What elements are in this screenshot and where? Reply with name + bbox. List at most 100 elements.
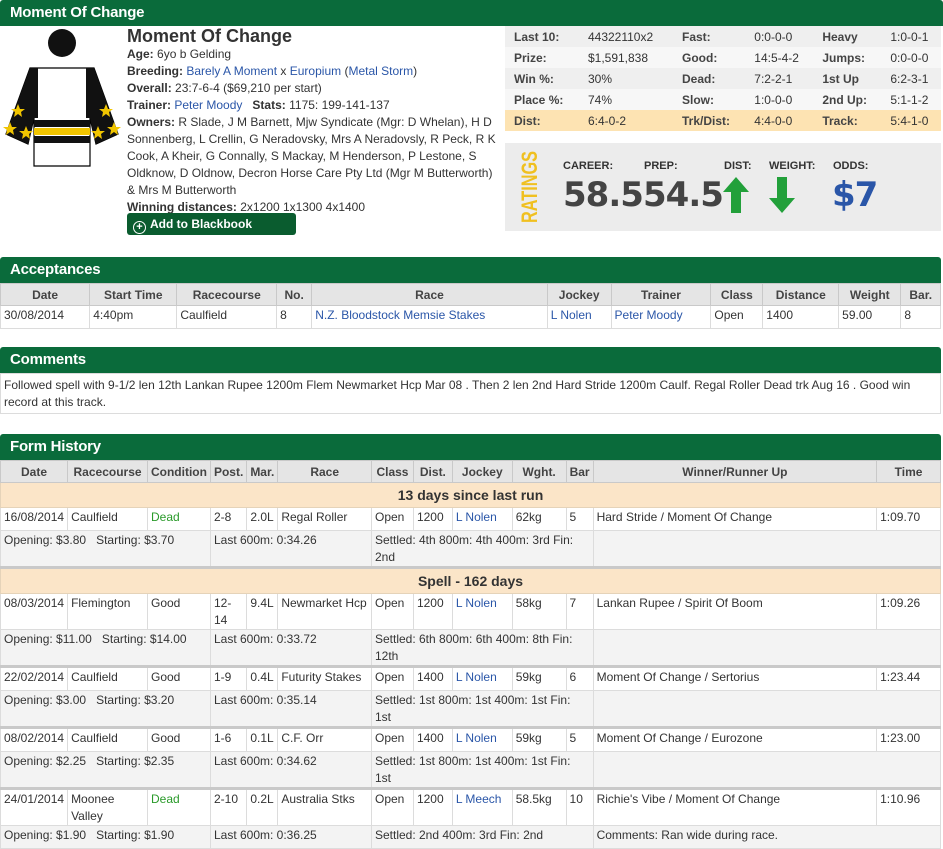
column-header: Race: [277, 460, 372, 483]
jockey-link[interactable]: L Nolen: [456, 510, 497, 524]
form-cell-course: Flemington: [67, 593, 148, 630]
stats-row: Last 10: 44322110x2 Fast: 0:0-0-0 Heavy 1:0-0…: [505, 26, 941, 47]
horse-details: Moment Of Change Age: 6yo b Gelding Bree…: [127, 26, 502, 216]
stats-label: Stats:: [252, 98, 286, 112]
form-cell-course: Caulfield: [67, 727, 148, 752]
winning-label: Winning distances:: [127, 200, 237, 214]
owners-label: Owners:: [127, 115, 176, 129]
stat-label: Track:: [813, 110, 882, 131]
table-row: 30/08/2014 4:40pm Caulfield 8 N.Z. Bloodstoc…: [0, 305, 941, 329]
cell-link[interactable]: Peter Moody: [615, 308, 683, 322]
column-header: Date: [0, 460, 69, 483]
form-cell-jockey: L Nolen: [451, 727, 513, 752]
opening-odds: Opening: $3.00: [4, 693, 87, 707]
age-label: Age:: [127, 47, 154, 61]
stat-value: $1,591,838: [578, 47, 673, 68]
stat-value: 1:0-0-0: [745, 89, 814, 110]
odds-cell: Opening: $3.00 Starting: $3.20: [0, 690, 211, 729]
last600-cell: Last 600m: 0:33.72: [209, 629, 372, 668]
table-cell: 8: [276, 305, 313, 329]
damsire-link[interactable]: Metal Storm: [348, 64, 413, 78]
jockey-link[interactable]: L Meech: [456, 792, 502, 806]
acceptances-section: Acceptances Date Start Time Racecourse No. R…: [0, 257, 941, 329]
odds-value: $7: [832, 175, 878, 215]
acceptances-title-bar: Acceptances: [0, 257, 941, 283]
form-cell-jockey: L Nolen: [451, 507, 513, 531]
form-cell-bar: 5: [565, 727, 594, 752]
form-cell-winner: Richie's Vibe / Moment Of Change: [592, 788, 878, 826]
trainer-label: Trainer:: [127, 98, 172, 112]
form-cell-time: 1:10.96: [876, 788, 941, 826]
form-sub-row: Opening: $3.00 Starting: $3.20 Last 600m:…: [0, 690, 942, 729]
form-cell-jockey: L Meech: [451, 788, 513, 826]
overall-value: 23:7-6-4 ($69,210 per start): [175, 81, 322, 95]
comments-section: Comments Followed spell with 9-1/2 len 1…: [0, 347, 941, 414]
starting-odds: Starting: $14.00: [101, 632, 187, 646]
column-header: Weight: [838, 283, 902, 306]
form-cell-wght: 58kg: [511, 593, 567, 630]
plus-icon: +: [133, 221, 146, 234]
settled-cell: Settled: 2nd 400m: 3rd Fin: 2nd: [370, 825, 594, 849]
column-header: Jockey: [451, 460, 513, 483]
stat-label: Trk/Dist:: [673, 110, 746, 131]
ratings-panel: RATINGS CAREER: 58.5 PREP: 54.5 DIST: WE…: [505, 140, 941, 231]
overall-label: Overall:: [127, 81, 172, 95]
dist-label: DIST:: [724, 160, 752, 172]
cell-link[interactable]: L Nolen: [551, 308, 592, 322]
jockey-link[interactable]: L Nolen: [456, 670, 497, 684]
odds-cell: Opening: $11.00 Starting: $14.00: [0, 629, 211, 668]
gap-label: 13 days since last run: [0, 482, 941, 508]
acceptances-table: Date Start Time Racecourse No. Race Jockey Tra…: [0, 283, 941, 329]
owners-value: R Slade, J M Barnett, Mjw Syndicate (Mgr…: [127, 115, 496, 197]
form-cell-bar: 10: [565, 788, 594, 826]
form-cell-date: 08/03/2014: [0, 593, 69, 630]
breeding-x: x: [277, 64, 290, 78]
starting-odds: Starting: $2.35: [96, 754, 175, 768]
weight-down-arrow-icon: [769, 177, 795, 213]
form-sub-row: Opening: $11.00 Starting: $14.00 Last 600…: [0, 629, 942, 668]
form-cell-cond: Good: [146, 666, 211, 691]
stat-value: 6:2-3-1: [881, 68, 941, 89]
form-cell-course: Caulfield: [67, 507, 148, 531]
form-cell-mar: 0.2L: [246, 788, 279, 826]
stat-label: Dist:: [505, 110, 579, 131]
jockey-link[interactable]: L Nolen: [456, 731, 497, 745]
ratings-title: RATINGS: [517, 151, 542, 223]
last600-cell: Last 600m: 0:34.26: [209, 530, 372, 569]
add-to-blackbook-button[interactable]: + Add to Blackbook: [127, 213, 296, 235]
prep-label: PREP:: [644, 160, 678, 172]
gap-row: 13 days since last run: [0, 482, 941, 508]
age-value: 6yo b Gelding: [157, 47, 232, 61]
stat-label: Place %:: [505, 89, 579, 110]
table-cell: N.Z. Bloodstock Memsie Stakes: [311, 305, 548, 329]
form-sub-row: Opening: $3.80 Starting: $3.70 Last 600m:…: [0, 530, 942, 569]
form-cell-time: 1:09.26: [876, 593, 941, 630]
overall-line: Overall: 23:7-6-4 ($69,210 per start): [127, 80, 502, 97]
breeding-line: Breeding: Barely A Moment x Europium (Me…: [127, 64, 418, 78]
prep-value: 54.5: [643, 175, 724, 215]
form-cell-course: Caulfield: [67, 666, 148, 691]
column-header: Racecourse: [67, 460, 148, 483]
trainer-link[interactable]: Peter Moody: [174, 98, 242, 112]
stat-value: 6:4-0-2: [578, 110, 673, 131]
stat-value: 4:4-0-0: [745, 110, 814, 131]
form-row: 24/01/2014 Moonee Valley Dead 2-10 0.2L Austr…: [0, 788, 941, 826]
cell-link[interactable]: N.Z. Bloodstock Memsie Stakes: [315, 308, 485, 322]
opening-odds: Opening: $2.25: [4, 754, 87, 768]
dam-link[interactable]: Europium: [290, 64, 341, 78]
form-cell-cond: Dead: [146, 788, 211, 826]
table-cell: 8: [900, 305, 941, 329]
comments-title: Comments: [10, 351, 86, 368]
form-cell-dist: 1200: [412, 788, 453, 826]
form-cell-winner: Moment Of Change / Eurozone: [592, 727, 878, 752]
jockey-link[interactable]: L Nolen: [456, 596, 497, 610]
form-cell-mar: 2.0L: [246, 507, 279, 531]
column-header: Jockey: [546, 283, 612, 306]
column-header: Wght.: [511, 460, 567, 483]
acceptances-title: Acceptances: [10, 261, 101, 278]
table-cell: L Nolen: [546, 305, 612, 329]
form-cell-winner: Lankan Rupee / Spirit Of Boom: [592, 593, 878, 630]
form-cell-date: 24/01/2014: [0, 788, 69, 826]
opening-odds: Opening: $11.00: [4, 632, 92, 646]
sire-link[interactable]: Barely A Moment: [186, 64, 277, 78]
